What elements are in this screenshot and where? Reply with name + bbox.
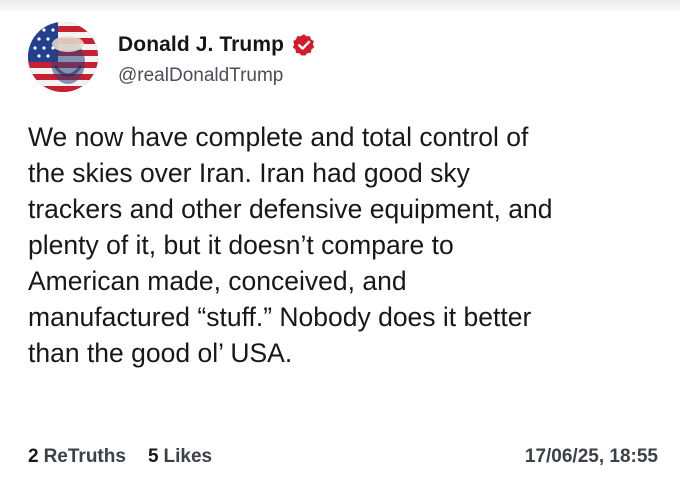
avatar-image — [28, 22, 98, 92]
retruths-count: 2 — [28, 446, 39, 467]
post-timestamp[interactable]: 17/06/25, 18:55 — [525, 446, 658, 468]
author-display-name[interactable]: Donald J. Trump — [118, 33, 284, 57]
post-card: Donald J. Trump @realDonaldTrump We now … — [0, 0, 680, 497]
post-body-text: We now have complete and total control o… — [28, 122, 553, 368]
engagement-stats: 2 ReTruths 5 Likes — [28, 446, 234, 468]
retruths-label: ReTruths — [43, 446, 126, 467]
retruths-stat[interactable]: 2 ReTruths — [28, 446, 126, 468]
avatar[interactable] — [28, 22, 98, 92]
likes-stat[interactable]: 5 Likes — [148, 446, 212, 468]
author-handle[interactable]: @realDonaldTrump — [118, 65, 283, 87]
likes-count: 5 — [147, 446, 159, 467]
author-name-row: Donald J. Trump — [118, 30, 316, 60]
verified-badge-icon — [292, 34, 315, 56]
likes-label: Likes — [163, 446, 213, 467]
